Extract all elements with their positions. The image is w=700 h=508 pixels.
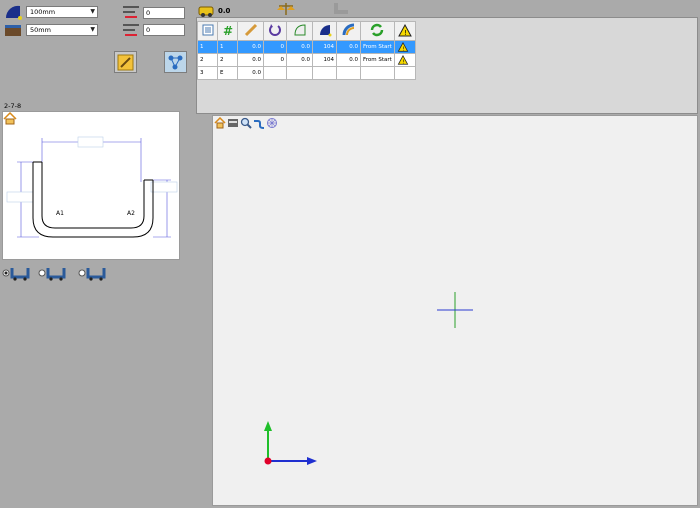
radius-select[interactable]: 100mm ▼ [26,6,98,18]
table-header-row: # ! [197,21,416,41]
row-rotation[interactable] [263,66,287,80]
x-axis-arrow [307,457,317,465]
table-row[interactable]: 2 2 0.0 0 0.0 104 0.0 From Start ! [197,53,416,67]
col-refresh-icon[interactable] [360,21,395,41]
col-rotate-icon[interactable] [263,21,287,41]
row-number: 1 [217,40,238,54]
row-mode[interactable] [360,66,395,80]
chevron-down-icon: ▼ [90,8,95,15]
row-springback[interactable] [336,66,361,80]
radius-select-value: 100mm [30,8,56,16]
layout-option-3[interactable] [78,265,108,281]
svg-text:!: ! [402,59,404,65]
offset-a-icon [121,3,141,20]
row-angle[interactable]: 0.0 [286,40,313,54]
row-angle[interactable] [286,66,313,80]
col-length-icon[interactable] [237,21,264,41]
size-select[interactable]: 50mm ▼ [26,24,98,36]
row-radius[interactable]: 104 [312,53,337,67]
svg-text:!: ! [404,29,407,37]
viewport-canvas [264,292,473,465]
layout-option-3-icon [78,268,106,281]
row-springback[interactable]: 0.0 [336,53,361,67]
row-mode[interactable]: From Start [360,40,395,54]
row-length[interactable]: 0.0 [237,40,264,54]
warning-icon: ! [397,55,409,65]
col-bend-angle-icon[interactable] [286,21,313,41]
bend-label-a1: A1 [56,210,64,217]
layout-option-1-icon [2,268,30,281]
chevron-down-icon: ▼ [90,26,95,33]
bend-label-a2: A2 [127,210,135,217]
u-bend-diagram [6,136,178,238]
bend-radius-icon [4,4,22,20]
field-b-input[interactable]: 0 [143,24,185,36]
row-id: 3 [197,66,218,80]
cost-icon [198,3,214,17]
table-row[interactable]: 3 E 0.0 [197,66,416,80]
row-number: E [217,66,238,80]
row-mode[interactable]: From Start [360,53,395,67]
col-radius-icon[interactable] [312,21,337,41]
network-icon [168,55,183,69]
layout-button[interactable] [164,51,187,73]
svg-text:!: ! [402,46,404,52]
row-length[interactable]: 0.0 [237,66,264,80]
left-height-dim-box [6,191,34,203]
tube-size-icon [4,22,22,38]
svg-text:#: # [223,24,233,36]
row-springback[interactable]: 0.0 [336,40,361,54]
row-length[interactable]: 0.0 [237,53,264,67]
layout-option-2-icon [38,268,66,281]
3d-viewport[interactable] [212,115,698,506]
row-warning: ! [393,40,416,54]
row-angle[interactable]: 0.0 [286,53,313,67]
row-rotation[interactable]: 0 [263,53,287,67]
col-list-icon[interactable] [197,21,218,41]
cost-value: 0.0 [218,7,231,15]
edit-note-icon [117,54,134,70]
width-dim-box [77,136,104,148]
row-number: 2 [217,53,238,67]
pipe-elbow-icon[interactable] [332,2,350,16]
y-axis-arrow [264,421,272,431]
diagram-panel: A1 A2 [2,111,180,260]
diagram-title: 2-7-8 [4,102,22,110]
warning-icon: ! [397,42,409,52]
field-b-value: 0 [146,26,151,34]
row-rotation[interactable]: 0 [263,40,287,54]
right-height-dim-box [150,181,178,193]
field-a-value: 0 [146,9,151,17]
layout-option-1[interactable] [2,265,32,281]
edit-note-button[interactable] [114,51,137,73]
scale-icon[interactable] [276,2,296,16]
row-id: 2 [197,53,218,67]
row-radius[interactable] [312,66,337,80]
col-springback-icon[interactable] [336,21,361,41]
col-number-icon[interactable]: # [217,21,238,41]
layout-option-2[interactable] [38,265,68,281]
row-id: 1 [197,40,218,54]
size-select-value: 50mm [30,26,51,34]
origin-point [264,457,272,465]
offset-b-icon [121,21,141,38]
table-row[interactable]: 1 1 0.0 0 0.0 104 0.0 From Start ! [197,40,416,54]
bend-table-panel: # ! 1 1 0.0 0 0.0 104 0.0 From Start ! 2… [196,17,698,114]
row-warning: ! [393,53,416,67]
row-radius[interactable]: 104 [312,40,337,54]
field-a-input[interactable]: 0 [143,7,185,19]
bend-table: # ! 1 1 0.0 0 0.0 104 0.0 From Start ! 2… [197,21,416,80]
col-warning-icon[interactable]: ! [393,21,416,41]
row-warning [393,66,416,80]
